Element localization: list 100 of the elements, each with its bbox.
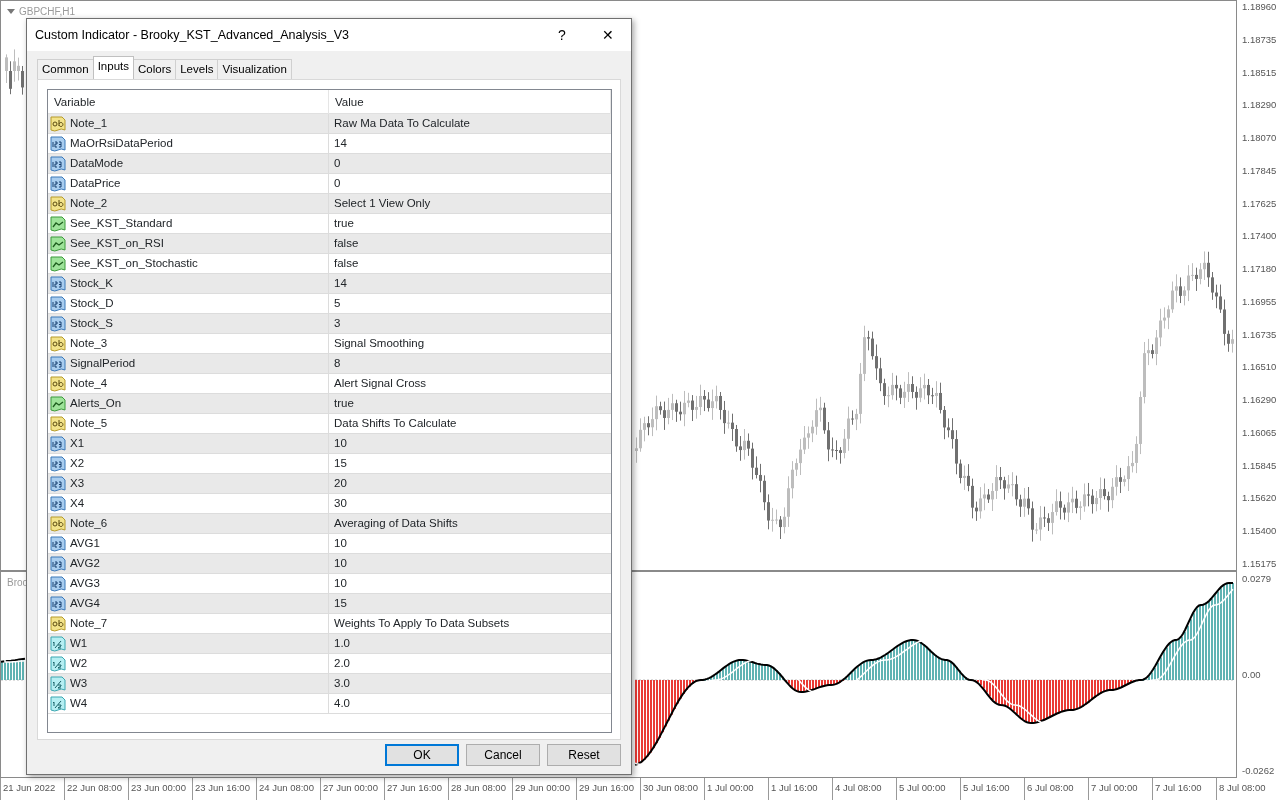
variable-name: X3 bbox=[70, 475, 85, 491]
double-type-icon bbox=[50, 695, 66, 712]
dropdown-triangle-icon[interactable] bbox=[7, 9, 15, 14]
variable-name: Stock_D bbox=[70, 295, 114, 311]
price-axis-label: 1.16065 bbox=[1242, 425, 1278, 440]
bool-type-icon bbox=[50, 215, 66, 232]
indicator-axis-label: 0.00 bbox=[1242, 667, 1262, 682]
variable-value[interactable]: false bbox=[329, 254, 611, 273]
string-type-icon bbox=[50, 375, 66, 392]
variable-value[interactable]: 14 bbox=[329, 274, 611, 293]
variable-name: Stock_K bbox=[70, 275, 113, 291]
variable-value[interactable]: Weights To Apply To Data Subsets bbox=[329, 614, 611, 633]
variable-value[interactable]: false bbox=[329, 234, 611, 253]
time-axis-label: 23 Jun 16:00 bbox=[192, 778, 256, 800]
variable-value[interactable]: 15 bbox=[329, 594, 611, 613]
time-axis-label: 5 Jul 16:00 bbox=[960, 778, 1024, 800]
variable-value[interactable]: 0 bbox=[329, 154, 611, 173]
price-axis-label: 1.17180 bbox=[1242, 262, 1278, 276]
close-button[interactable]: ✕ bbox=[585, 19, 631, 51]
variable-name: AVG1 bbox=[70, 535, 100, 551]
variable-value[interactable]: 0 bbox=[329, 174, 611, 193]
string-type-icon bbox=[50, 335, 66, 352]
variable-name: AVG2 bbox=[70, 555, 100, 571]
variable-value[interactable]: Raw Ma Data To Calculate bbox=[329, 114, 611, 133]
variable-value[interactable]: 1.0 bbox=[329, 634, 611, 653]
variable-value[interactable]: 14 bbox=[329, 134, 611, 153]
variable-name: W3 bbox=[70, 675, 88, 691]
time-axis-label: 21 Jun 2022 bbox=[0, 778, 64, 800]
time-axis-label: 7 Jul 16:00 bbox=[1152, 778, 1216, 800]
variable-name: See_KST_Standard bbox=[70, 215, 173, 231]
price-axis-label: 1.18290 bbox=[1242, 98, 1278, 113]
dialog-button[interactable]: Cancel bbox=[466, 744, 540, 766]
variable-name: Stock_S bbox=[70, 315, 113, 331]
variable-value[interactable]: 10 bbox=[329, 534, 611, 553]
int-type-icon bbox=[50, 535, 66, 552]
time-axis-label: 8 Jul 08:00 bbox=[1216, 778, 1280, 800]
variable-name: X2 bbox=[70, 455, 85, 471]
variable-value[interactable]: Select 1 View Only bbox=[329, 194, 611, 213]
int-type-icon bbox=[50, 355, 66, 372]
dialog-button[interactable]: Reset bbox=[547, 744, 621, 766]
bool-type-icon bbox=[50, 255, 66, 272]
variable-name: W4 bbox=[70, 695, 88, 711]
variable-value[interactable]: 3 bbox=[329, 314, 611, 333]
dialog-button[interactable]: OK bbox=[385, 744, 459, 766]
int-type-icon bbox=[50, 495, 66, 512]
time-axis-label: 29 Jun 00:00 bbox=[512, 778, 576, 800]
variable-value[interactable]: 8 bbox=[329, 354, 611, 373]
tab[interactable]: Visualization bbox=[217, 59, 292, 79]
variable-value[interactable]: true bbox=[329, 394, 611, 413]
price-axis-label: 1.15175 bbox=[1242, 556, 1278, 571]
indicator-axis-label: -0.0262 bbox=[1242, 763, 1276, 778]
price-axis-label: 1.15845 bbox=[1242, 458, 1278, 473]
price-axis-label: 1.15400 bbox=[1242, 524, 1278, 538]
variable-value[interactable]: 15 bbox=[329, 454, 611, 473]
string-type-icon bbox=[50, 515, 66, 532]
time-axis-label: 28 Jun 08:00 bbox=[448, 778, 512, 800]
tab[interactable]: Common bbox=[37, 59, 94, 79]
double-type-icon bbox=[50, 675, 66, 692]
int-type-icon bbox=[50, 275, 66, 292]
variable-name: Note_4 bbox=[70, 375, 108, 391]
price-axis-label: 1.18070 bbox=[1242, 131, 1278, 145]
variable-name: DataMode bbox=[70, 155, 124, 171]
variable-value[interactable]: Alert Signal Cross bbox=[329, 374, 611, 393]
variable-value[interactable]: 20 bbox=[329, 474, 611, 493]
variable-name: Alerts_On bbox=[70, 395, 122, 411]
variable-name: X4 bbox=[70, 495, 85, 511]
dialog-title: Custom Indicator - Brooky_KST_Advanced_Analysis_V3 bbox=[35, 26, 351, 44]
int-type-icon bbox=[50, 475, 66, 492]
time-axis-label: 6 Jul 08:00 bbox=[1024, 778, 1088, 800]
variable-value[interactable]: 10 bbox=[329, 434, 611, 453]
string-type-icon bbox=[50, 115, 66, 132]
price-axis-label: 1.17845 bbox=[1242, 163, 1278, 178]
variable-value[interactable]: 10 bbox=[329, 554, 611, 573]
variable-value[interactable]: 3.0 bbox=[329, 674, 611, 693]
variable-value[interactable]: Signal Smoothing bbox=[329, 334, 611, 353]
double-type-icon bbox=[50, 635, 66, 652]
candlestick-series bbox=[5, 48, 24, 96]
double-type-icon bbox=[50, 655, 66, 672]
variable-value[interactable]: true bbox=[329, 214, 611, 233]
variable-value[interactable]: Averaging of Data Shifts bbox=[329, 514, 611, 533]
variable-name: Note_6 bbox=[70, 515, 108, 531]
variable-value[interactable]: 5 bbox=[329, 294, 611, 313]
variable-name: AVG3 bbox=[70, 575, 100, 591]
time-axis-label: 4 Jul 08:00 bbox=[832, 778, 896, 800]
tab[interactable]: Inputs bbox=[92, 56, 134, 79]
time-axis-label: 27 Jun 00:00 bbox=[320, 778, 384, 800]
variable-value[interactable]: 4.0 bbox=[329, 694, 611, 713]
variable-value[interactable]: 10 bbox=[329, 574, 611, 593]
price-axis-label: 1.16510 bbox=[1242, 360, 1278, 375]
chart-symbol-label: GBPCHF,H1 bbox=[19, 5, 76, 19]
variable-value[interactable]: 30 bbox=[329, 494, 611, 513]
int-type-icon bbox=[50, 315, 66, 332]
help-button[interactable]: ? bbox=[539, 19, 585, 51]
variable-name: Note_3 bbox=[70, 335, 108, 351]
variable-name: Note_7 bbox=[70, 615, 108, 631]
price-axis-label: 1.17625 bbox=[1242, 196, 1278, 211]
time-axis-label: 5 Jul 00:00 bbox=[896, 778, 960, 800]
variable-value[interactable]: 2.0 bbox=[329, 654, 611, 673]
price-axis-label: 1.16290 bbox=[1242, 393, 1278, 407]
variable-value[interactable]: Data Shifts To Calculate bbox=[329, 414, 611, 433]
